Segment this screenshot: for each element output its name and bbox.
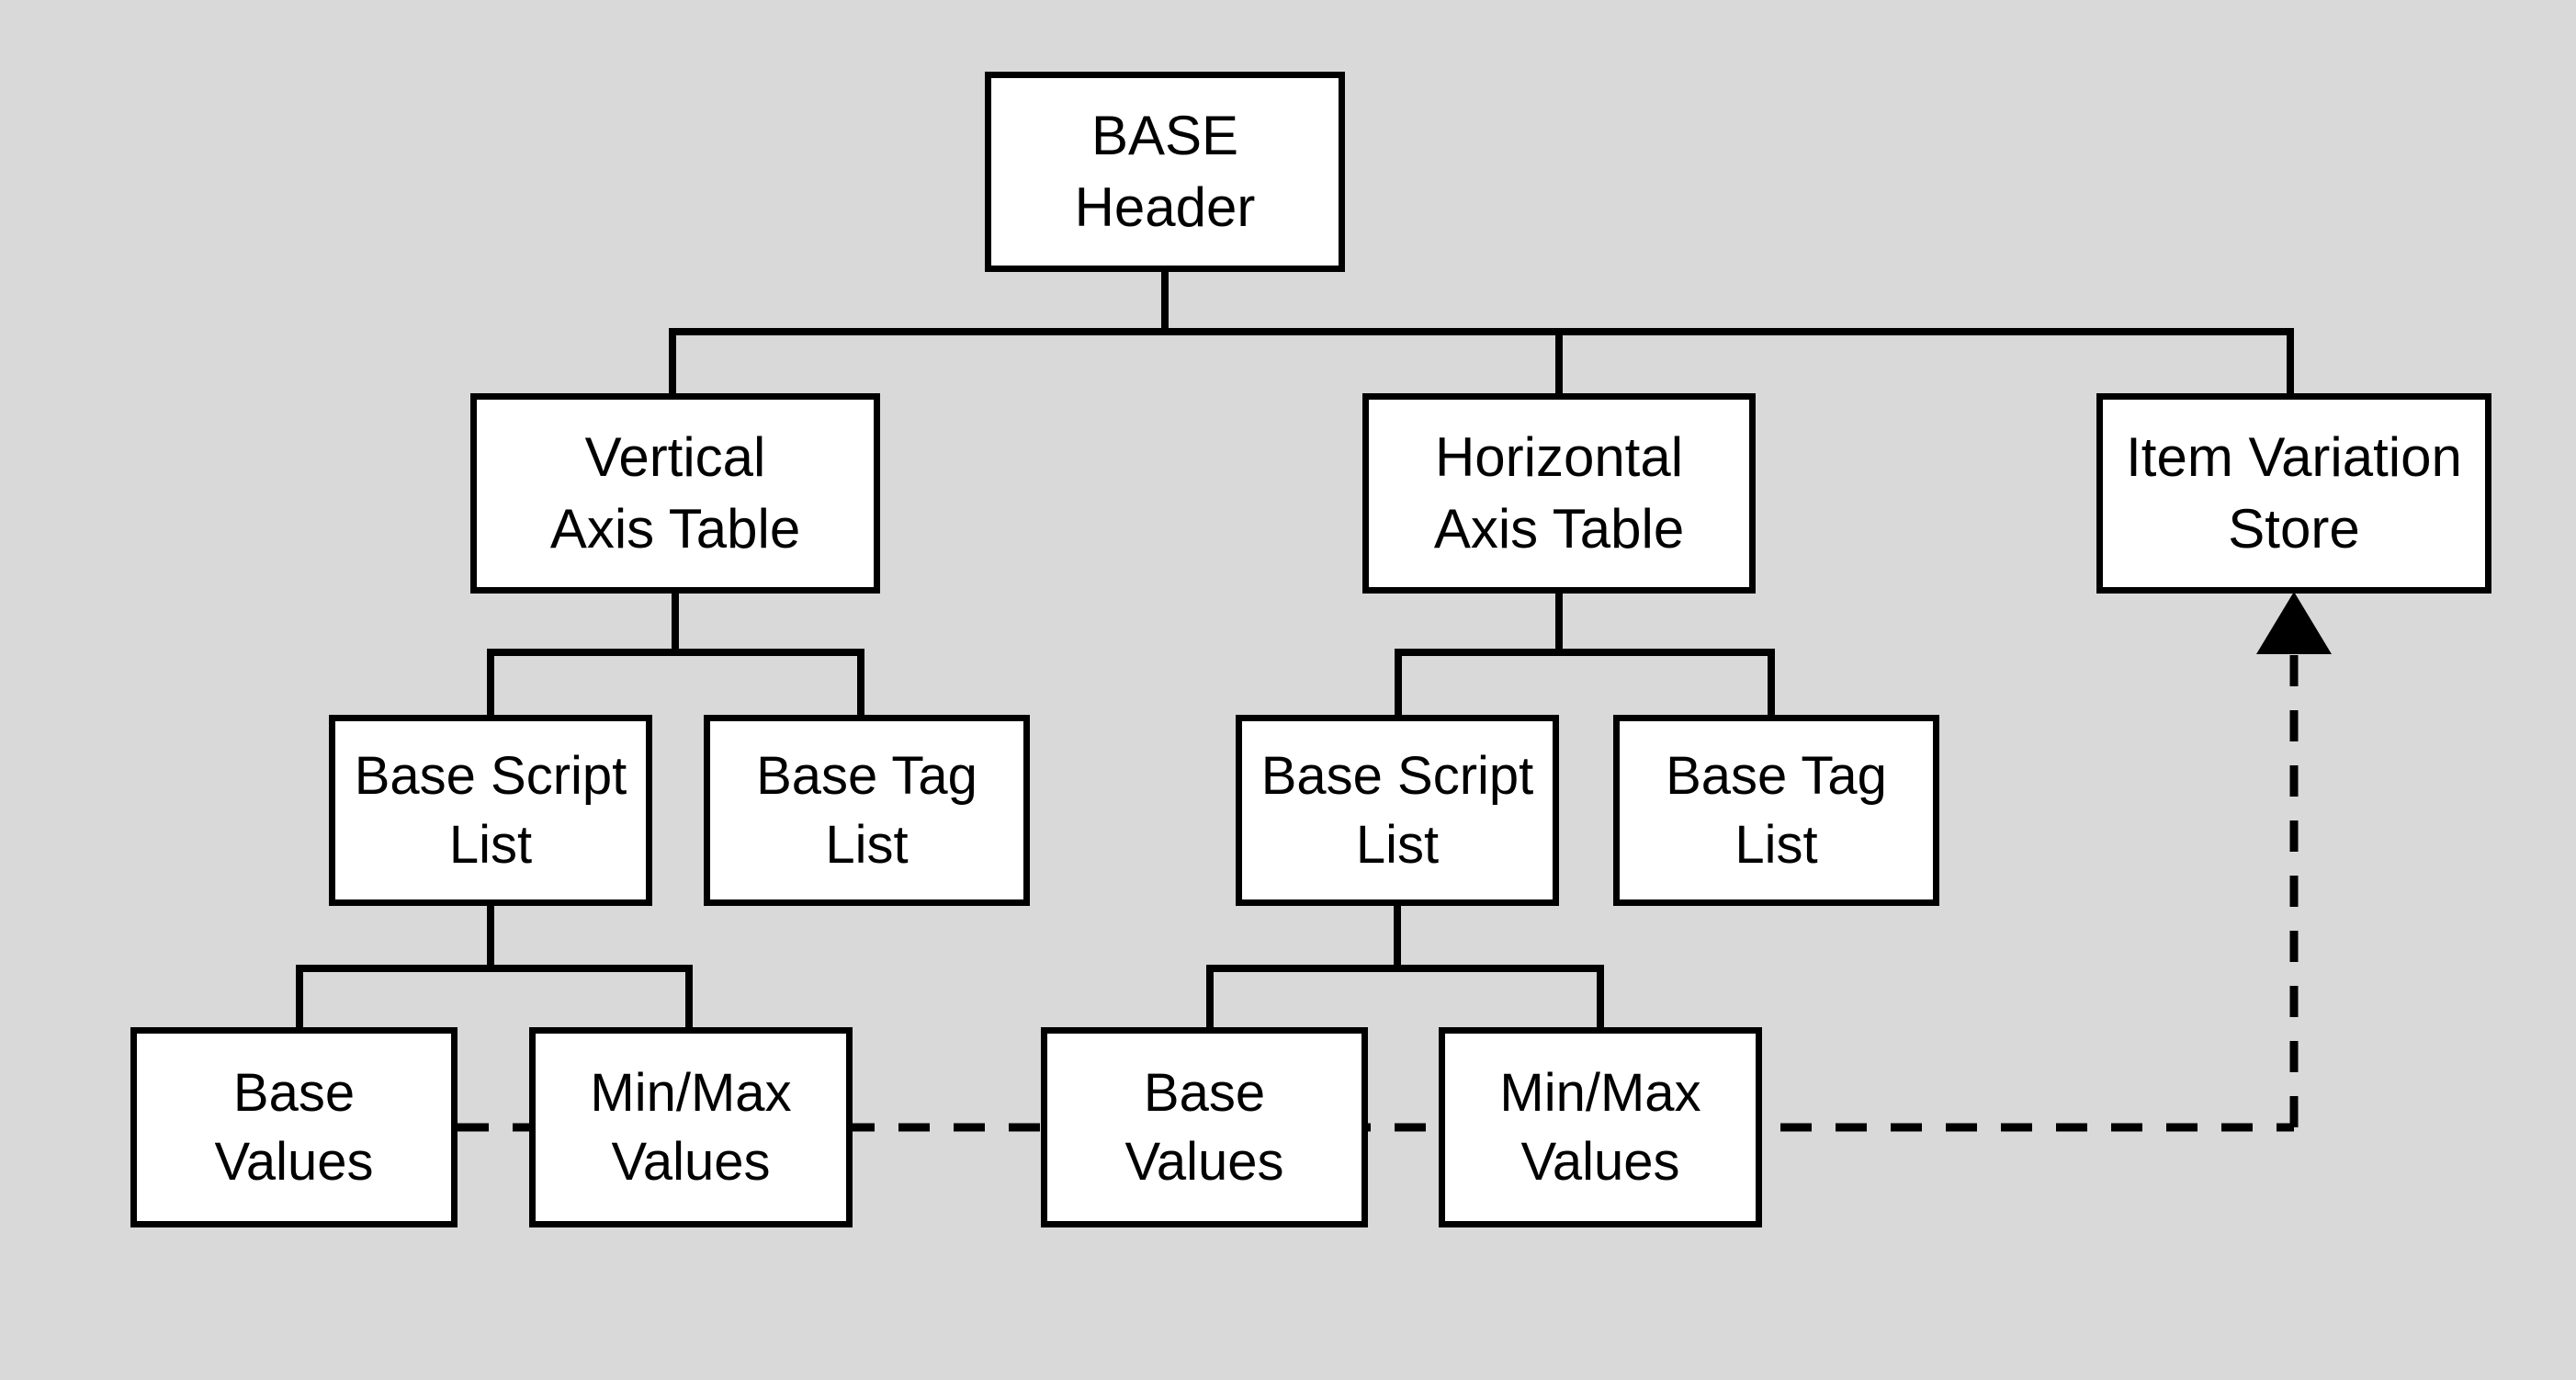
- node-base-header-line-2: Header: [1074, 176, 1256, 238]
- node-item-variation-store-line-1: Item Variation: [2126, 426, 2462, 488]
- node-horizontal-min-max-values-line-2: Values: [1520, 1132, 1680, 1192]
- node-vertical-base-values-line-2: Values: [214, 1132, 374, 1192]
- node-item-variation-store[interactable]: Item Variation Store: [2096, 393, 2491, 594]
- node-vertical-base-values-line-1: Base: [232, 1062, 356, 1123]
- node-horizontal-base-tag-list-line-1: Base Tag: [1666, 745, 1887, 806]
- node-vertical-base-tag-list[interactable]: Base Tag List: [704, 715, 1030, 906]
- node-horizontal-base-tag-list-line-2: List: [1734, 815, 1818, 875]
- node-vertical-min-max-values-line-2: Values: [611, 1132, 771, 1192]
- node-vertical-base-values[interactable]: Base Values: [130, 1027, 458, 1227]
- node-horizontal-base-script-list[interactable]: Base Script List: [1236, 715, 1559, 906]
- node-horizontal-axis-table[interactable]: Horizontal Axis Table: [1362, 393, 1756, 594]
- node-horizontal-base-values-line-1: Base: [1143, 1062, 1266, 1123]
- node-vertical-base-tag-list-line-1: Base Tag: [756, 745, 977, 806]
- node-vertical-min-max-values[interactable]: Min/Max Values: [529, 1027, 853, 1227]
- node-vertical-base-script-list-line-1: Base Script: [354, 745, 627, 806]
- arrowhead-icon: [2256, 592, 2332, 654]
- node-horizontal-base-script-list-line-2: List: [1355, 815, 1440, 875]
- node-vertical-min-max-values-line-1: Min/Max: [590, 1062, 792, 1123]
- diagram-canvas: BASE Header Vertical Axis Table Horizont…: [0, 0, 2576, 1380]
- node-vertical-base-script-list-line-2: List: [448, 815, 533, 875]
- node-horizontal-base-tag-list[interactable]: Base Tag List: [1613, 715, 1939, 906]
- node-horizontal-axis-table-line-1: Horizontal: [1434, 426, 1684, 488]
- node-horizontal-base-values[interactable]: Base Values: [1041, 1027, 1368, 1227]
- node-vertical-base-script-list[interactable]: Base Script List: [329, 715, 652, 906]
- edge-h-script-children: [1206, 906, 1604, 1027]
- node-vertical-axis-table[interactable]: Vertical Axis Table: [470, 393, 880, 594]
- edge-v-script-children: [296, 906, 693, 1027]
- node-horizontal-min-max-values-line-1: Min/Max: [1499, 1062, 1701, 1123]
- node-base-header-line-1: BASE: [1090, 105, 1239, 166]
- edge-header-to-axes: [669, 272, 2294, 393]
- node-horizontal-axis-table-line-2: Axis Table: [1433, 498, 1685, 560]
- node-horizontal-base-values-line-2: Values: [1124, 1132, 1284, 1192]
- node-base-header[interactable]: BASE Header: [985, 72, 1345, 272]
- node-horizontal-min-max-values[interactable]: Min/Max Values: [1439, 1027, 1762, 1227]
- node-item-variation-store-line-2: Store: [2228, 498, 2360, 560]
- edge-vertical-axis-children: [487, 594, 864, 715]
- node-vertical-base-tag-list-line-2: List: [825, 815, 909, 875]
- node-vertical-axis-table-line-2: Axis Table: [549, 498, 801, 560]
- edge-horizontal-axis-children: [1395, 594, 1775, 715]
- node-vertical-axis-table-line-1: Vertical: [584, 426, 766, 488]
- node-horizontal-base-script-list-line-1: Base Script: [1260, 745, 1534, 806]
